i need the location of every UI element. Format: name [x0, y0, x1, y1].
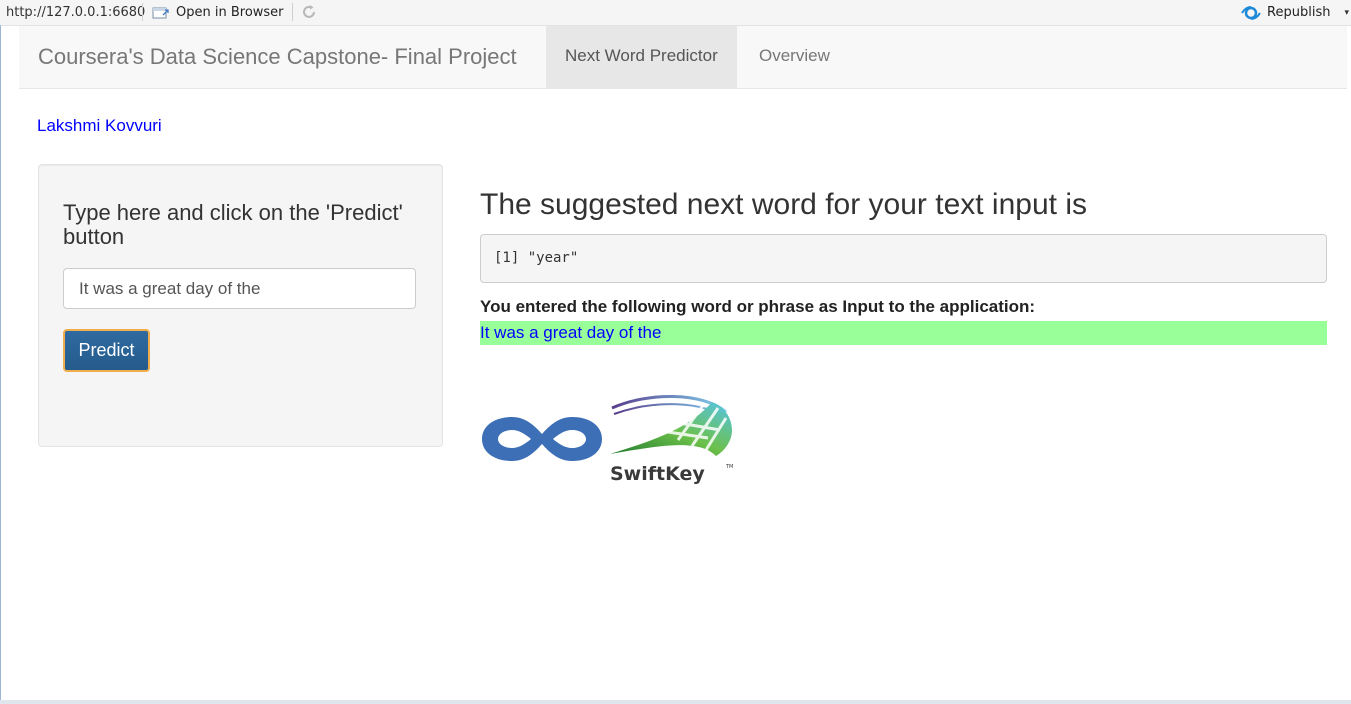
- refresh-icon[interactable]: [300, 3, 318, 25]
- input-echo-label: You entered the following word or phrase…: [480, 297, 1036, 316]
- swiftkey-logo: SwiftKey TM: [610, 395, 733, 485]
- open-in-browser-label: Open in Browser: [176, 5, 284, 20]
- swiftkey-wordmark: SwiftKey: [610, 463, 705, 485]
- viewer-url: http://127.0.0.1:6680: [6, 5, 146, 20]
- browser-window-icon: [152, 7, 169, 18]
- sidebar-panel: Type here and click on the 'Predict' but…: [38, 164, 443, 447]
- author-name: Lakshmi Kovvuri: [37, 116, 162, 135]
- tab-overview[interactable]: Overview: [740, 26, 849, 88]
- viewer-toolbar: http://127.0.0.1:6680 Open in Browser Re…: [0, 0, 1351, 26]
- prediction-output: [1] "year": [480, 234, 1327, 283]
- toolbar-divider: [292, 3, 293, 21]
- publish-icon: [1241, 5, 1261, 20]
- navbar-brand: Coursera's Data Science Capstone- Final …: [38, 44, 517, 69]
- viewer-bottom-strip: [0, 700, 1351, 704]
- republish-button[interactable]: Republish ▾: [1241, 3, 1351, 22]
- result-heading: The suggested next word for your text in…: [480, 188, 1087, 221]
- navbar: Coursera's Data Science Capstone- Final …: [19, 26, 1347, 89]
- phrase-input[interactable]: [63, 268, 416, 309]
- tab-next-word-predictor[interactable]: Next Word Predictor: [546, 26, 737, 88]
- predict-button[interactable]: Predict: [63, 329, 150, 372]
- input-echo-value: It was a great day of the: [480, 321, 1327, 345]
- input-prompt: Type here and click on the 'Predict' but…: [63, 200, 403, 249]
- svg-text:TM: TM: [725, 464, 733, 470]
- chevron-down-icon: ▾: [1344, 7, 1349, 18]
- republish-label: Republish: [1267, 5, 1331, 20]
- coursera-logo: [482, 417, 602, 461]
- viewer-left-edge: [0, 25, 1, 704]
- open-in-browser-button[interactable]: Open in Browser: [152, 3, 284, 22]
- toolbar-divider: [142, 3, 143, 21]
